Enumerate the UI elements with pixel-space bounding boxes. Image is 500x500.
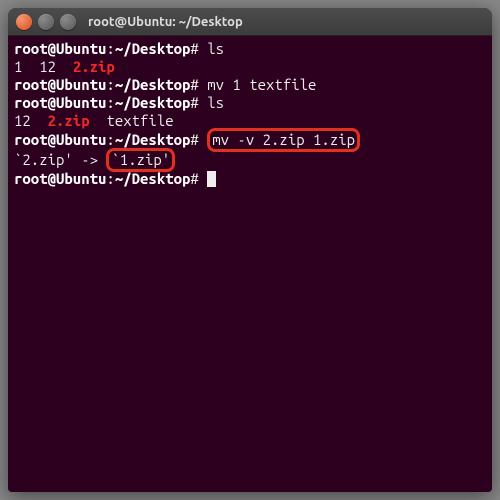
close-icon[interactable] [16,14,32,30]
prompt-hash: # [190,94,198,111]
output-zip: 2.zip [48,112,90,129]
prompt-user: root@Ubuntu [14,94,106,111]
command-text: mv -v 2.zip 1.zip [212,131,355,148]
prompt-path: ~/Desktop [115,76,191,93]
terminal-line: root@Ubuntu:~/Desktop# mv 1 textfile [14,76,486,94]
terminal-line: 1 12 2.zip [14,58,486,76]
command-text: ls [207,40,224,57]
prompt-user: root@Ubuntu [14,131,106,148]
terminal-line: root@Ubuntu:~/Desktop# ls [14,94,486,112]
prompt-colon: : [106,131,114,148]
prompt-path: ~/Desktop [115,170,191,187]
prompt-colon: : [106,170,114,187]
terminal-line: root@Ubuntu:~/Desktop# [14,170,486,188]
output-text: `2.zip' -> [14,151,106,168]
output-text: textfile [90,112,174,129]
prompt-user: root@Ubuntu [14,76,106,93]
prompt-colon: : [106,76,114,93]
prompt-hash: # [190,76,198,93]
terminal-line: root@Ubuntu:~/Desktop# ls [14,40,486,58]
prompt-hash: # [190,131,198,148]
terminal-line: root@Ubuntu:~/Desktop# mv -v 2.zip 1.zip [14,130,486,150]
output-text: 12 [14,112,48,129]
prompt-path: ~/Desktop [115,131,191,148]
prompt-hash: # [190,170,198,187]
highlight-box: `1.zip' [106,148,175,172]
output-zip: 2.zip [73,58,115,75]
prompt-colon: : [106,40,114,57]
maximize-icon[interactable] [60,14,76,30]
terminal-body[interactable]: root@Ubuntu:~/Desktop# ls 1 12 2.zip roo… [8,36,492,492]
prompt-path: ~/Desktop [115,94,191,111]
terminal-line: `2.zip' -> `1.zip' [14,150,486,170]
prompt-hash: # [190,40,198,57]
command-text: mv 1 textfile [207,76,316,93]
prompt-path: ~/Desktop [115,40,191,57]
prompt-user: root@Ubuntu [14,40,106,57]
output-text: 1 12 [14,58,73,75]
prompt-colon: : [106,94,114,111]
minimize-icon[interactable] [38,14,54,30]
titlebar[interactable]: root@Ubuntu: ~/Desktop [8,8,492,36]
output-text: `1.zip' [111,151,170,168]
window-title: root@Ubuntu: ~/Desktop [88,15,243,29]
command-text: ls [207,94,224,111]
cursor-icon [207,171,216,187]
highlight-box: mv -v 2.zip 1.zip [207,128,360,152]
prompt-user: root@Ubuntu [14,170,106,187]
terminal-window: root@Ubuntu: ~/Desktop root@Ubuntu:~/Des… [8,8,492,492]
